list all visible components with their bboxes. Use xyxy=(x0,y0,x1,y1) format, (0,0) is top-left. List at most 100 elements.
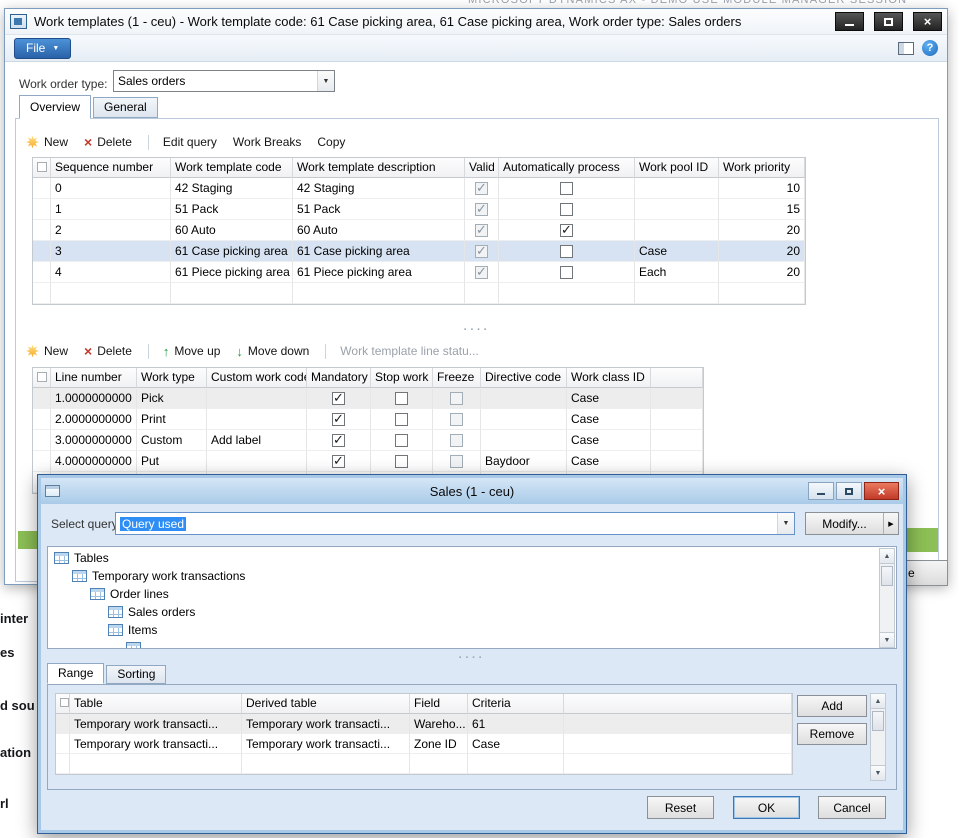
scrollbar-thumb[interactable] xyxy=(872,711,884,731)
column-header[interactable]: Custom work code xyxy=(207,368,307,388)
tree-item-items[interactable]: Items xyxy=(48,621,896,639)
delete-button[interactable]: ×Delete xyxy=(84,344,132,358)
column-header[interactable]: Work type xyxy=(137,368,207,388)
range-row[interactable]: Temporary work transacti... Temporary wo… xyxy=(56,734,792,754)
column-header[interactable]: Table xyxy=(70,694,242,714)
delete-button[interactable]: ×Delete xyxy=(84,135,132,149)
mandatory-checkbox[interactable] xyxy=(332,392,345,405)
close-button[interactable]: × xyxy=(913,12,942,31)
stop-work-checkbox[interactable] xyxy=(395,413,408,426)
dialog-titlebar[interactable]: Sales (1 - ceu) × xyxy=(41,478,903,504)
dialog-close-button[interactable]: × xyxy=(864,482,899,500)
column-header[interactable]: Line number xyxy=(51,368,137,388)
dialog-minimize-button[interactable] xyxy=(808,482,834,500)
chevron-right-icon[interactable]: ▶ xyxy=(883,513,898,534)
column-header[interactable]: Sequence number xyxy=(51,158,171,178)
column-header[interactable]: Work template code xyxy=(171,158,293,178)
row-selector[interactable] xyxy=(33,199,51,220)
reset-button[interactable]: Reset xyxy=(647,796,714,819)
select-query-combobox[interactable]: Query used ▼ xyxy=(115,512,795,535)
column-header[interactable]: Freeze xyxy=(433,368,481,388)
column-header[interactable]: Work template description xyxy=(293,158,465,178)
column-header[interactable]: Criteria xyxy=(468,694,564,714)
column-header[interactable]: Automatically process xyxy=(499,158,635,178)
move-up-button[interactable]: ↑Move up xyxy=(163,344,221,358)
help-icon[interactable]: ? xyxy=(922,40,938,56)
chevron-down-icon[interactable]: ▼ xyxy=(317,71,334,91)
new-button[interactable]: New xyxy=(26,344,68,358)
row-selector[interactable] xyxy=(33,409,51,430)
line-row[interactable]: 2.0000000000 Print Case xyxy=(33,409,703,430)
layout-icon[interactable] xyxy=(898,42,914,55)
tree-item-sales-orders[interactable]: Sales orders xyxy=(48,603,896,621)
stop-work-checkbox[interactable] xyxy=(395,434,408,447)
select-all-checkbox[interactable] xyxy=(37,162,47,172)
mandatory-checkbox[interactable] xyxy=(332,413,345,426)
tab-range[interactable]: Range xyxy=(47,663,104,684)
move-down-button[interactable]: ↓Move down xyxy=(236,344,309,358)
stop-work-checkbox[interactable] xyxy=(395,392,408,405)
select-all-checkbox[interactable] xyxy=(60,698,69,707)
row-selector[interactable] xyxy=(33,220,51,241)
column-header[interactable]: Work priority xyxy=(719,158,805,178)
dialog-maximize-button[interactable] xyxy=(836,482,862,500)
add-button[interactable]: Add xyxy=(797,695,867,717)
mandatory-checkbox[interactable] xyxy=(332,434,345,447)
edit-query-button[interactable]: Edit query xyxy=(163,135,217,149)
tree-scrollbar[interactable]: ▲ ▼ xyxy=(879,548,895,648)
line-row[interactable]: 3.0000000000 Custom Add label Case xyxy=(33,430,703,451)
tree-item-tables[interactable]: Tables xyxy=(48,549,896,567)
cancel-button[interactable]: Cancel xyxy=(818,796,886,819)
row-selector[interactable] xyxy=(33,430,51,451)
maximize-button[interactable] xyxy=(874,12,903,31)
auto-process-checkbox[interactable] xyxy=(560,224,573,237)
template-row-selected[interactable]: 3 61 Case picking area 61 Case picking a… xyxy=(33,241,805,262)
row-selector[interactable] xyxy=(33,241,51,262)
tree-item-clipped[interactable] xyxy=(48,639,896,649)
tree-item-order-lines[interactable]: Order lines xyxy=(48,585,896,603)
scroll-down-icon[interactable]: ▼ xyxy=(871,765,885,780)
line-row[interactable]: 1.0000000000 Pick Case xyxy=(33,388,703,409)
stop-work-checkbox[interactable] xyxy=(395,455,408,468)
auto-process-checkbox[interactable] xyxy=(560,203,573,216)
remove-button[interactable]: Remove xyxy=(797,723,867,745)
scrollbar-thumb[interactable] xyxy=(881,566,893,586)
column-header[interactable]: Derived table xyxy=(242,694,410,714)
work-breaks-button[interactable]: Work Breaks xyxy=(233,135,301,149)
template-row[interactable]: 2 60 Auto 60 Auto 20 xyxy=(33,220,805,241)
copy-button[interactable]: Copy xyxy=(317,135,345,149)
column-header[interactable]: Field xyxy=(410,694,468,714)
modify-button[interactable]: Modify... ▶ xyxy=(805,512,899,535)
tab-sorting[interactable]: Sorting xyxy=(106,665,166,684)
template-row[interactable]: 0 42 Staging 42 Staging 10 xyxy=(33,178,805,199)
chevron-down-icon[interactable]: ▼ xyxy=(777,513,794,534)
scroll-down-icon[interactable]: ▼ xyxy=(880,632,894,647)
column-header[interactable]: Mandatory xyxy=(307,368,371,388)
select-all-cell[interactable] xyxy=(56,694,70,714)
tab-general[interactable]: General xyxy=(93,97,158,118)
work-order-type-select[interactable]: Sales orders ▼ xyxy=(113,70,335,92)
auto-process-checkbox[interactable] xyxy=(560,245,573,258)
scroll-up-icon[interactable]: ▲ xyxy=(871,694,885,709)
window-titlebar[interactable]: Work templates (1 - ceu) - Work template… xyxy=(5,9,947,35)
minimize-button[interactable] xyxy=(835,12,864,31)
auto-process-checkbox[interactable] xyxy=(560,266,573,279)
tab-overview[interactable]: Overview xyxy=(19,95,91,119)
column-header[interactable]: Stop work xyxy=(371,368,433,388)
template-row[interactable]: 4 61 Piece picking area 61 Piece picking… xyxy=(33,262,805,283)
row-selector[interactable] xyxy=(56,714,70,734)
range-row[interactable]: Temporary work transacti... Temporary wo… xyxy=(56,714,792,734)
select-all-checkbox[interactable] xyxy=(37,372,47,382)
line-row[interactable]: 4.0000000000 Put Baydoor Case xyxy=(33,451,703,472)
ok-button[interactable]: OK xyxy=(733,796,800,819)
row-selector[interactable] xyxy=(33,388,51,409)
row-selector[interactable] xyxy=(33,262,51,283)
new-button[interactable]: New xyxy=(26,135,68,149)
column-header[interactable]: Work class ID xyxy=(567,368,651,388)
range-scrollbar[interactable]: ▲ ▼ xyxy=(870,693,886,781)
file-menu-button[interactable]: File ▼ xyxy=(14,38,71,59)
column-header[interactable]: Directive code xyxy=(481,368,567,388)
row-selector[interactable] xyxy=(33,178,51,199)
column-header[interactable]: Valid xyxy=(465,158,499,178)
template-row[interactable]: 1 51 Pack 51 Pack 15 xyxy=(33,199,805,220)
